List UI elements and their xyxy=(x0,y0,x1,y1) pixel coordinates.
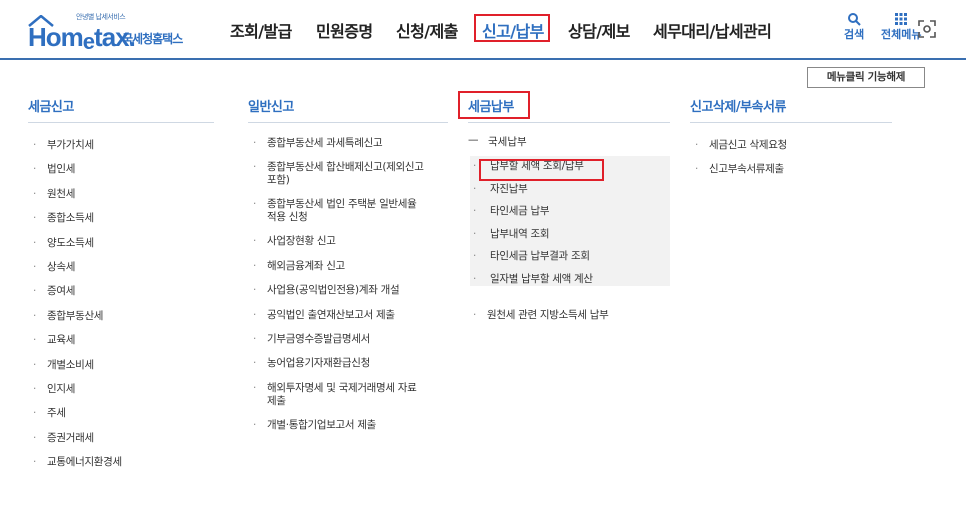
column-tax-payment: 세금납부 — 국세납부 납부할 세액 조회/납부자진납부타인세금 납부납부내역 … xyxy=(468,96,670,327)
list-item-line: 사업용(공익법인전용)계좌 개설 xyxy=(267,284,400,297)
list-item[interactable]: 주세 xyxy=(28,405,214,429)
tax-report-list: 부가가치세법인세원천세종합소득세양도소득세상속세증여세종합부동산세교육세개별소비… xyxy=(28,137,214,478)
list-item[interactable]: 상속세 xyxy=(28,259,214,283)
column-tax-report: 세금신고 부가가치세법인세원천세종합소득세양도소득세상속세증여세종합부동산세교육… xyxy=(28,96,214,478)
search-tool[interactable]: 검색 xyxy=(844,12,864,42)
list-item-line: 적용 신청 xyxy=(267,211,308,224)
list-item-line: 종합부동산세 법인 주택분 일반세율 xyxy=(267,198,417,211)
scan-icon[interactable] xyxy=(918,20,936,38)
all-menu-label: 전체메뉴 xyxy=(881,28,922,41)
list-item[interactable]: 개별·통합기업보고서 제출 xyxy=(248,419,448,432)
item-highlight-box xyxy=(479,159,604,181)
column-title-general-report[interactable]: 일반신고 xyxy=(248,96,448,123)
list-item-line: 사업장현황 신고 xyxy=(267,235,336,248)
nav-inquiry[interactable]: 조회/발급 xyxy=(230,18,292,42)
nav-certificate[interactable]: 민원증명 xyxy=(316,18,373,42)
logo-korean: 국세청홈택스 xyxy=(122,32,183,46)
list-item[interactable]: 타인세금 납부결과 조회 xyxy=(468,248,670,271)
list-item[interactable]: 원천세 관련 지방소득세 납부 xyxy=(468,307,670,327)
list-item-line: 종합부동산세 합산배제신고(제외신고 xyxy=(267,161,424,174)
group-label-national-tax[interactable]: 국세납부 xyxy=(488,134,527,149)
group-dash: — xyxy=(468,134,479,146)
list-item[interactable]: 타인세금 납부 xyxy=(468,203,670,226)
list-item[interactable]: 교육세 xyxy=(28,332,214,356)
list-item-line: 공익법인 출연재산보고서 제출 xyxy=(267,308,395,321)
list-item[interactable]: 종합부동산세 법인 주택분 일반세율적용 신청 xyxy=(248,198,448,224)
general-report-list: 종합부동산세 과세특례신고종합부동산세 합산배제신고(제외신고포함)종합부동산세… xyxy=(248,137,448,432)
list-item[interactable]: 원천세 xyxy=(28,186,214,210)
list-item[interactable]: 개별소비세 xyxy=(28,357,214,381)
list-item-line: 농어업용기자재환급신청 xyxy=(267,357,370,370)
list-item[interactable]: 세금신고 삭제요청 xyxy=(690,137,892,161)
list-item[interactable]: 해외금융계좌 신고 xyxy=(248,260,448,273)
column-title-tax-report[interactable]: 세금신고 xyxy=(28,96,214,123)
menu-click-release-button[interactable]: 메뉴클릭 기능해제 xyxy=(807,67,925,88)
list-item[interactable]: 사업장현황 신고 xyxy=(248,235,448,248)
list-item-line: 해외투자명세 및 국제거래명세 자료 xyxy=(267,381,417,394)
search-icon xyxy=(848,13,861,26)
list-item[interactable]: 교통에너지환경세 xyxy=(28,454,214,478)
search-label: 검색 xyxy=(844,28,865,41)
delete-docs-list: 세금신고 삭제요청신고부속서류제출 xyxy=(690,137,892,185)
payment-group: — 국세납부 xyxy=(468,134,670,154)
list-item-line: 기부금영수증발급명세서 xyxy=(267,332,370,345)
list-item[interactable]: 신고부속서류제출 xyxy=(690,161,892,185)
list-item[interactable]: 공익법인 출연재산보고서 제출 xyxy=(248,309,448,322)
nav-highlight-box xyxy=(474,14,550,42)
list-item[interactable]: 증권거래세 xyxy=(28,430,214,454)
list-item-line: 해외금융계좌 신고 xyxy=(267,259,345,272)
nav-consult[interactable]: 상담/제보 xyxy=(568,18,630,42)
list-item[interactable]: 부가가치세 xyxy=(28,137,214,161)
header-bar: 안녕별 납세서비스 Hometax. 국세청홈택스 조회/발급 민원증명 신청/… xyxy=(0,0,966,60)
logo-home-text: Hom xyxy=(28,22,84,52)
column-title-delete-docs[interactable]: 신고삭제/부속서류 xyxy=(690,96,892,123)
list-item[interactable]: 해외투자명세 및 국제거래명세 자료제출 xyxy=(248,382,448,408)
list-item[interactable]: 종합소득세 xyxy=(28,210,214,234)
list-item[interactable]: 기부금영수증발급명세서 xyxy=(248,333,448,346)
list-item[interactable]: 납부내역 조회 xyxy=(468,226,670,249)
nav-tax-agent[interactable]: 세무대리/납세관리 xyxy=(653,18,772,42)
column-general-report: 일반신고 종합부동산세 과세특례신고종합부동산세 합산배제신고(제외신고포함)종… xyxy=(248,96,448,443)
column-delete-docs: 신고삭제/부속서류 세금신고 삭제요청신고부속서류제출 xyxy=(690,96,892,185)
list-item-line: 제출 xyxy=(267,394,286,407)
logo-wordmark: Hometax. xyxy=(28,22,136,55)
list-item[interactable]: 일자별 납부할 세액 계산 xyxy=(468,271,670,294)
list-item[interactable]: 인지세 xyxy=(28,381,214,405)
list-item[interactable]: 종합부동산세 xyxy=(28,308,214,332)
logo-tagline: 안녕별 납세서비스 xyxy=(76,13,126,21)
logo-e-text: e xyxy=(82,29,95,54)
title-highlight-box xyxy=(458,91,530,119)
list-item[interactable]: 양도소득세 xyxy=(28,235,214,259)
list-item-line: 종합부동산세 과세특례신고 xyxy=(267,137,383,149)
list-item[interactable]: 법인세 xyxy=(28,161,214,185)
grid-icon xyxy=(895,13,908,25)
nav-application[interactable]: 신청/제출 xyxy=(396,18,458,42)
list-item[interactable]: 종합부동산세 과세특례신고 xyxy=(248,137,448,150)
list-item[interactable]: 자진납부 xyxy=(468,181,670,204)
payment-extra-list: 원천세 관련 지방소득세 납부 xyxy=(468,307,670,327)
list-item[interactable]: 종합부동산세 합산배제신고(제외신고포함) xyxy=(248,161,448,187)
list-item[interactable]: 사업용(공익법인전용)계좌 개설 xyxy=(248,284,448,297)
list-item[interactable]: 농어업용기자재환급신청 xyxy=(248,357,448,370)
list-item-line: 개별·통합기업보고서 제출 xyxy=(267,418,377,431)
list-item[interactable]: 증여세 xyxy=(28,283,214,307)
all-menu-tool[interactable]: 전체메뉴 xyxy=(881,12,921,42)
list-item-line: 포함) xyxy=(267,174,290,187)
hometax-logo[interactable]: 안녕별 납세서비스 Hometax. 국세청홈택스 xyxy=(28,12,218,55)
